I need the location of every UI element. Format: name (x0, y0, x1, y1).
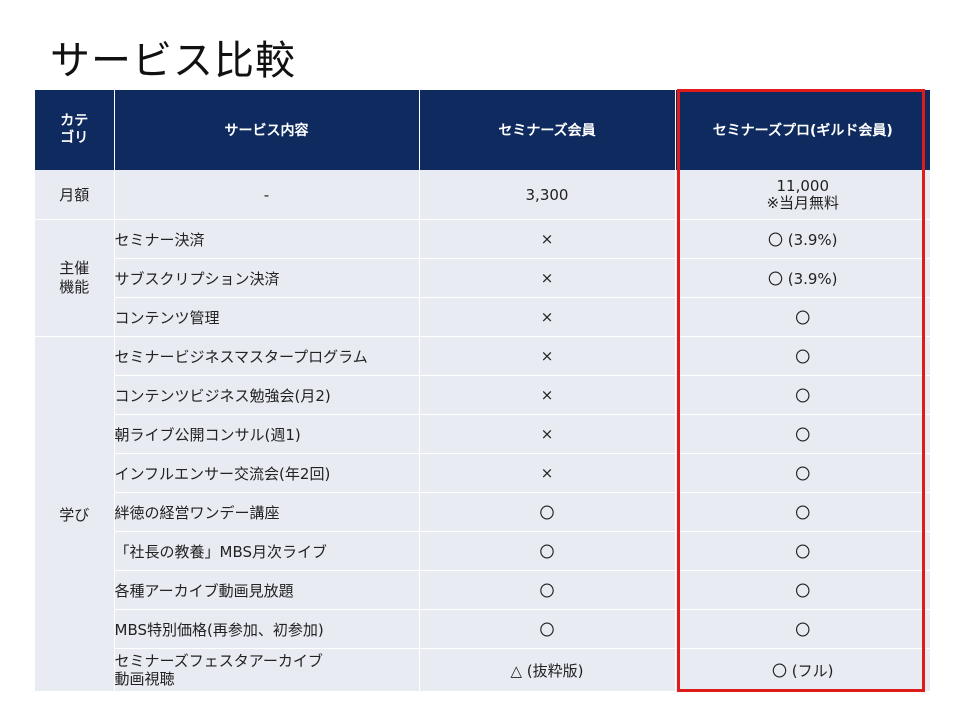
category-cell: 学び (35, 336, 115, 692)
header-member: セミナーズ会員 (419, 90, 676, 170)
table-row: 月額 - 3,300 11,000 ※当月無料 (35, 170, 930, 220)
service-cell: 朝ライブ公開コンサル(週1) (114, 414, 420, 454)
member-cell: × (419, 219, 676, 259)
table-row: コンテンツビジネス勉強会(月2) × 〇 (35, 375, 930, 415)
service-cell: インフルエンサー交流会(年2回) (114, 453, 420, 493)
member-cell: 3,300 (419, 170, 676, 220)
member-cell: × (419, 375, 676, 415)
pro-cell: 11,000 ※当月無料 (675, 170, 930, 220)
category-cell: 月額 (35, 170, 115, 220)
pro-cell: 〇 (675, 531, 930, 571)
header-pro: セミナーズプロ(ギルド会員) (675, 90, 930, 170)
service-cell: コンテンツビジネス勉強会(月2) (114, 375, 420, 415)
service-cell: サブスクリプション決済 (114, 258, 420, 298)
member-cell: × (419, 258, 676, 298)
table-row: 「社長の教養」MBS月次ライブ 〇 〇 (35, 531, 930, 571)
service-cell: 「社長の教養」MBS月次ライブ (114, 531, 420, 571)
pro-cell: 〇 (675, 414, 930, 454)
member-cell: 〇 (419, 531, 676, 571)
table-row: セミナーズフェスタアーカイブ 動画視聴 △ (抜粋版) 〇 (フル) (35, 648, 930, 692)
table-row: インフルエンサー交流会(年2回) × 〇 (35, 453, 930, 493)
table-row: 各種アーカイブ動画見放題 〇 〇 (35, 570, 930, 610)
service-cell: - (114, 170, 420, 220)
table-row: 朝ライブ公開コンサル(週1) × 〇 (35, 414, 930, 454)
member-cell: △ (抜粋版) (419, 648, 676, 692)
pro-cell: 〇 (フル) (675, 648, 930, 692)
header-category: カテ ゴリ (35, 90, 115, 170)
service-cell: 各種アーカイブ動画見放題 (114, 570, 420, 610)
member-cell: 〇 (419, 492, 676, 532)
service-cell: セミナーズフェスタアーカイブ 動画視聴 (114, 648, 420, 692)
pro-cell: 〇 (675, 609, 930, 649)
table-row: 絆徳の経営ワンデー講座 〇 〇 (35, 492, 930, 532)
service-line: 動画視聴 (114, 670, 175, 688)
comparison-table: カテ ゴリ サービス内容 セミナーズ会員 セミナーズプロ(ギルド会員) 月額 -… (35, 90, 930, 692)
pro-cell: 〇 (675, 492, 930, 532)
member-cell: × (419, 336, 676, 376)
table-row: 主催 機能 セミナー決済 × 〇 (3.9%) (35, 219, 930, 337)
pro-cell: 〇 (675, 297, 930, 337)
table-row: コンテンツ管理 × 〇 (35, 297, 930, 337)
category-cell: 主催 機能 (35, 219, 115, 337)
pro-fee-value: 11,000 (776, 176, 830, 195)
service-cell: セミナービジネスマスタープログラム (114, 336, 420, 376)
pro-cell: 〇 (675, 375, 930, 415)
member-cell: 〇 (419, 609, 676, 649)
member-cell: × (419, 297, 676, 337)
pro-cell: 〇 (675, 570, 930, 610)
pro-fee-note: ※当月無料 (766, 193, 840, 212)
member-cell: × (419, 453, 676, 493)
service-cell: コンテンツ管理 (114, 297, 420, 337)
table-row: 学び セミナービジネスマスタープログラム × 〇 (35, 336, 930, 692)
member-cell: 〇 (419, 570, 676, 610)
service-line: セミナーズフェスタアーカイブ (114, 652, 323, 670)
service-cell: 絆徳の経営ワンデー講座 (114, 492, 420, 532)
table-row: MBS特別価格(再参加、初参加) 〇 〇 (35, 609, 930, 649)
header-service: サービス内容 (114, 90, 420, 170)
pro-cell: 〇 (3.9%) (675, 219, 930, 259)
table-row: サブスクリプション決済 × 〇 (3.9%) (35, 258, 930, 298)
service-cell: セミナー決済 (114, 219, 420, 259)
pro-cell: 〇 (675, 336, 930, 376)
header-row: カテ ゴリ サービス内容 セミナーズ会員 セミナーズプロ(ギルド会員) (35, 90, 930, 170)
page-title: サービス比較 (50, 38, 296, 84)
pro-cell: 〇 (3.9%) (675, 258, 930, 298)
member-cell: × (419, 414, 676, 454)
pro-cell: 〇 (675, 453, 930, 493)
service-cell: MBS特別価格(再参加、初参加) (114, 609, 420, 649)
